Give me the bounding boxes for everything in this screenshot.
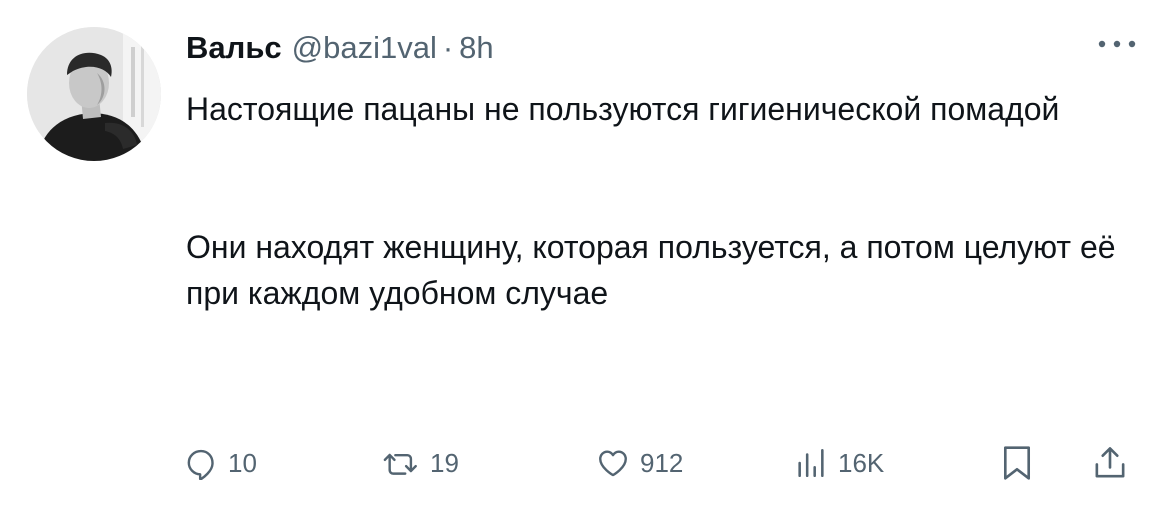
user-handle[interactable]: @bazi1val: [292, 26, 437, 70]
like-button[interactable]: 912: [596, 438, 683, 488]
ellipsis-icon[interactable]: [1096, 36, 1138, 52]
tweet-card[interactable]: Вальс @bazi1val · 8h Настоящие пацаны не…: [0, 0, 1170, 523]
display-name[interactable]: Вальс: [186, 26, 282, 70]
tweet-text: Настоящие пацаны не пользуются гигиениче…: [186, 86, 1146, 316]
reply-button[interactable]: 10: [184, 438, 257, 488]
bookmark-button[interactable]: [1000, 438, 1034, 488]
views-chart-icon: [798, 448, 824, 478]
retweet-button[interactable]: 19: [382, 438, 459, 488]
retweet-count: 19: [430, 447, 459, 478]
heart-icon: [599, 450, 627, 477]
reply-count: 10: [228, 447, 257, 478]
avatar[interactable]: [27, 27, 161, 161]
retweet-icon: [383, 453, 417, 475]
views-button[interactable]: 16K: [794, 438, 884, 488]
tweet-header: Вальс @bazi1val · 8h: [186, 26, 494, 70]
person-photo-icon: [27, 27, 161, 161]
views-count: 16K: [838, 447, 885, 478]
timestamp[interactable]: 8h: [459, 26, 493, 70]
header-separator: ·: [442, 30, 454, 65]
share-icon: [1095, 447, 1125, 478]
like-count: 912: [640, 447, 684, 478]
share-button[interactable]: [1092, 438, 1128, 488]
action-bar: 10 19 912 16K: [184, 438, 1144, 488]
tweet-paragraph-1: Настоящие пацаны не пользуются гигиениче…: [186, 91, 1060, 127]
reply-icon: [187, 449, 214, 480]
bookmark-icon: [1003, 446, 1031, 480]
tweet-paragraph-2: Они находят женщину, которая пользуется,…: [186, 229, 1116, 311]
